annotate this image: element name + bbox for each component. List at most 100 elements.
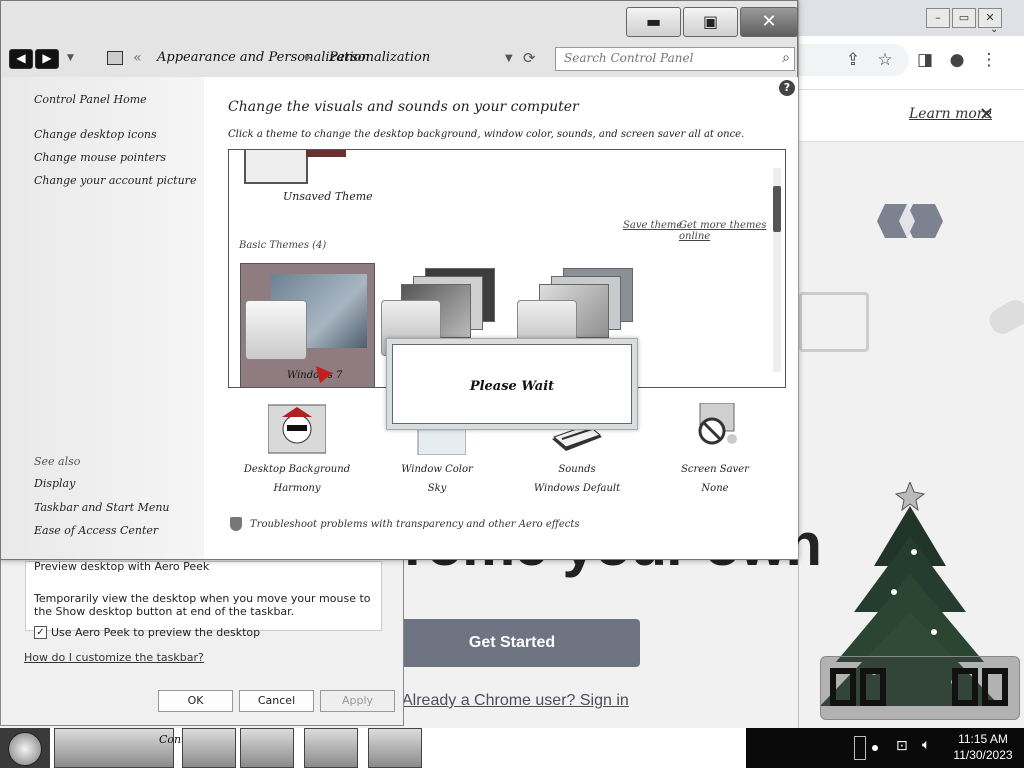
laptop-illustration (799, 292, 869, 352)
window-color-value: Sky (427, 483, 447, 494)
sounds-label: Sounds (558, 464, 596, 475)
main-pane: ? Change the visuals and sounds on your … (204, 77, 798, 559)
apply-button[interactable]: Apply (320, 690, 395, 712)
recent-pages-dropdown-icon[interactable]: ▼ (67, 53, 74, 63)
scrollbar-thumb[interactable] (773, 186, 781, 232)
get-started-button[interactable]: Get Started (384, 619, 640, 667)
customize-taskbar-link[interactable]: How do I customize the taskbar? (24, 651, 204, 664)
display-link[interactable]: Display (34, 477, 75, 490)
please-wait-body: Please Wait (392, 344, 632, 424)
taskbar-control-panel-icon[interactable] (304, 728, 358, 768)
help-icon[interactable]: ? (779, 80, 795, 96)
chevron-down-icon[interactable]: ⌄ (990, 24, 1002, 35)
desktop-background-tile[interactable]: Desktop Background Harmony (242, 403, 352, 494)
taskbar-chrome-icon[interactable] (182, 728, 236, 768)
start-orb-icon (8, 732, 42, 766)
tray-clock[interactable]: 11:15 AM 11/30/2023 (946, 731, 1020, 763)
control-panel-home-link[interactable]: Control Panel Home (34, 93, 147, 106)
get-more-themes-link[interactable]: Get more themes online (679, 220, 785, 242)
tray-time: 11:15 AM (958, 732, 1008, 746)
sounds-value: Windows Default (533, 483, 621, 494)
chrome-titlebar: – ▭ ✕ ⌄ (799, 0, 1024, 36)
forward-button[interactable]: ▶ (35, 49, 59, 69)
taskbar-start-menu-link[interactable]: Taskbar and Start Menu (34, 501, 170, 514)
clock-digits-icon (830, 668, 1008, 706)
refresh-icon[interactable]: ⟳ (523, 49, 536, 67)
desktop-background-value: Harmony (273, 483, 321, 494)
aero-peek-checkbox-label[interactable]: Use Aero Peek to preview the desktop (51, 626, 260, 639)
system-tray: ⊡ 🔈︎ 11:15 AM 11/30/2023 (746, 728, 1024, 768)
troubleshoot-row[interactable]: Troubleshoot problems with transparency … (230, 517, 580, 531)
please-wait-text: Please Wait (469, 379, 555, 394)
change-account-picture-link[interactable]: Change your account picture (34, 174, 196, 187)
address-dropdown-icon[interactable]: ▼ (505, 53, 513, 64)
please-wait-dialog: Please Wait (386, 338, 638, 430)
maximize-button[interactable]: ▣ (683, 7, 738, 37)
aero-peek-checkbox[interactable]: ✓ (34, 626, 47, 639)
unsaved-theme-color-bar (306, 150, 346, 157)
chrome-toolbar: ⇪ ☆ ◨ ● ⋮ (799, 36, 1024, 90)
breadcrumb-personalization[interactable]: Personalization (329, 50, 430, 65)
minimize-button[interactable]: ▬ (626, 7, 681, 37)
chrome-minimize-button[interactable]: – (926, 8, 950, 28)
network-icon[interactable]: ⊡ (896, 738, 908, 754)
share-icon[interactable]: ⇪ (841, 48, 865, 72)
sign-in-link[interactable]: Already a Chrome user? Sign in (402, 692, 629, 710)
screen-saver-value: None (701, 483, 729, 494)
screen-saver-icon (698, 402, 737, 445)
cancel-button[interactable]: Cancel (239, 690, 314, 712)
taskbar-computer-icon[interactable] (368, 728, 422, 768)
back-button[interactable]: ◀ (9, 49, 33, 69)
chrome-maximize-button[interactable]: ▭ (952, 8, 976, 28)
taskbar: Contro ⊡ 🔈︎ 11:15 AM 11/30/2023 (0, 728, 1024, 768)
side-panel-icon[interactable]: ◨ (913, 48, 937, 72)
aero-peek-group: Preview desktop with Aero Peek Temporari… (25, 560, 382, 639)
save-theme-link[interactable]: Save theme (623, 220, 682, 231)
breadcrumb-overflow-icon[interactable]: « (133, 50, 142, 66)
theme-windows-7[interactable]: Windows 7 (240, 263, 375, 387)
hexagon-logo-icon (877, 204, 943, 238)
tray-notification-dot[interactable] (872, 745, 878, 751)
volume-icon[interactable]: 🔈︎ (922, 737, 930, 753)
unsaved-theme-thumbnail[interactable] (244, 150, 308, 184)
screen-saver-tile[interactable]: Screen Saver None (660, 402, 770, 494)
profile-avatar-icon[interactable]: ● (945, 48, 969, 72)
page-title: Change the visuals and sounds on your co… (228, 99, 579, 115)
screen-saver-label: Screen Saver (681, 464, 749, 475)
page-subtitle: Click a theme to change the desktop back… (228, 129, 745, 140)
desktop-background-icon (267, 404, 327, 454)
troubleshoot-link[interactable]: Troubleshoot problems with transparency … (250, 519, 580, 530)
aero-peek-description: Temporarily view the desktop when you mo… (34, 592, 371, 618)
theme-list-scrollbar[interactable] (773, 168, 781, 372)
taskbar-control-panel[interactable]: Contro (54, 728, 197, 768)
ok-button[interactable]: OK (158, 690, 233, 712)
control-panel-window: ▬ ▣ ✕ ◀ ▶ ▼ « Appearance and Personaliza… (0, 0, 798, 560)
close-button[interactable]: ✕ (740, 7, 798, 37)
window-color-label: Window Color (401, 464, 473, 475)
shield-icon (230, 517, 242, 531)
bookmark-star-icon[interactable]: ☆ (873, 48, 897, 72)
show-hidden-icons[interactable] (854, 736, 866, 760)
search-icon[interactable]: ⌕ (782, 50, 790, 66)
change-mouse-pointers-link[interactable]: Change mouse pointers (34, 151, 166, 164)
decorative-pill (985, 295, 1024, 339)
tray-date: 11/30/2023 (953, 748, 1013, 762)
control-panel-icon (107, 51, 123, 65)
start-button[interactable] (0, 728, 50, 768)
ease-of-access-link[interactable]: Ease of Access Center (34, 524, 158, 537)
aero-peek-checkbox-row[interactable]: ✓ Use Aero Peek to preview the desktop (34, 626, 260, 639)
close-icon[interactable]: ✕ (979, 104, 994, 125)
taskbar-tree-gadget-icon[interactable] (240, 728, 294, 768)
search-box[interactable]: ⌕ (555, 47, 795, 71)
search-input[interactable] (564, 51, 764, 65)
aero-peek-title: Preview desktop with Aero Peek (34, 560, 210, 573)
chrome-infobar: Learn more ✕ (799, 90, 1024, 142)
breadcrumb-separator-icon[interactable]: ▸ (305, 50, 312, 65)
address-bar: ◀ ▶ ▼ « Appearance and Personalization ▸… (9, 47, 799, 73)
change-desktop-icons-link[interactable]: Change desktop icons (34, 128, 157, 141)
unsaved-theme-label[interactable]: Unsaved Theme (283, 190, 373, 203)
clock-gadget (820, 656, 1020, 720)
theme-windows-7-glass (245, 300, 307, 360)
chrome-menu-icon[interactable]: ⋮ (977, 48, 1001, 72)
basic-themes-header: Basic Themes (4) (239, 240, 327, 251)
